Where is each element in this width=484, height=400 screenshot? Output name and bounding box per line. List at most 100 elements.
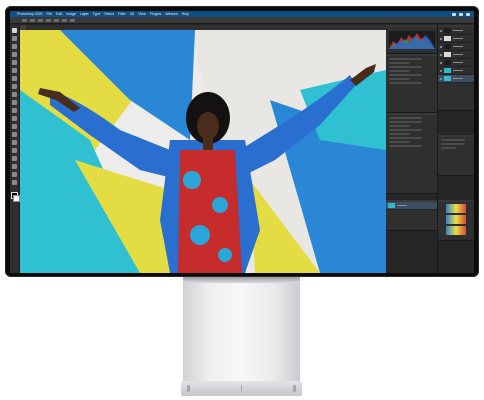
stand-slot [241, 385, 242, 392]
channel-row[interactable] [441, 147, 456, 149]
channel-row[interactable] [441, 139, 465, 141]
layer-thumbnail [444, 28, 452, 33]
tool-preset-button[interactable] [22, 18, 27, 22]
property-row[interactable] [389, 58, 423, 60]
gradient-tool-icon[interactable] [12, 116, 17, 121]
dress-pattern-3 [190, 225, 210, 245]
option-button-1[interactable] [30, 18, 35, 22]
pen-tool-icon[interactable] [12, 140, 17, 145]
property-row[interactable] [389, 82, 423, 84]
layer-row[interactable] [438, 59, 474, 67]
adjustment-row[interactable] [389, 125, 410, 127]
image-thumbnail[interactable] [446, 204, 467, 213]
eye-icon[interactable] [440, 45, 443, 48]
studio-display: Photoshop 2020 File Edit Image Layer Typ… [5, 6, 479, 277]
layer-row[interactable] [438, 43, 474, 51]
eraser-tool-icon[interactable] [12, 108, 17, 113]
wifi-icon[interactable] [452, 12, 456, 16]
histogram-title[interactable] [386, 25, 438, 27]
clone-stamp-tool-icon[interactable] [12, 92, 17, 97]
eyedropper-tool-icon[interactable] [12, 68, 17, 73]
color-swatches[interactable] [11, 192, 20, 202]
history-brush-tool-icon[interactable] [12, 100, 17, 105]
history-state-label [397, 204, 407, 207]
adjustment-row[interactable] [389, 141, 410, 143]
monitor-stand-foot [181, 381, 302, 396]
layer-row[interactable] [438, 35, 474, 43]
thumbnails-title[interactable] [438, 200, 474, 202]
dodge-tool-icon[interactable] [12, 132, 17, 137]
shape-tool-icon[interactable] [12, 164, 17, 169]
channels-panel [438, 135, 474, 176]
layer-row[interactable] [438, 51, 474, 59]
panel-column-2 [438, 25, 474, 273]
option-button-6[interactable] [70, 18, 75, 22]
move-tool-icon[interactable] [12, 28, 17, 33]
thumbnails-panel [438, 200, 474, 241]
property-row[interactable] [389, 62, 410, 64]
layer-row-selected[interactable] [438, 75, 474, 83]
layer-row[interactable] [438, 67, 474, 75]
eye-icon[interactable] [440, 53, 443, 56]
properties-panel [386, 54, 438, 113]
property-row[interactable] [389, 78, 410, 80]
eye-icon[interactable] [440, 69, 443, 72]
eye-icon[interactable] [440, 37, 443, 40]
adjustment-row[interactable] [389, 121, 423, 123]
history-panel [386, 200, 438, 231]
layer-row[interactable] [438, 27, 474, 35]
sequin-dress [178, 150, 242, 273]
adjustments-panel [386, 113, 438, 194]
history-state[interactable] [386, 202, 438, 210]
option-button-3[interactable] [46, 18, 51, 22]
adjustment-row[interactable] [389, 145, 423, 147]
dress-pattern-4 [218, 248, 232, 262]
search-icon[interactable] [466, 12, 470, 16]
type-tool-icon[interactable] [12, 148, 17, 153]
face [197, 112, 219, 140]
layer-name [453, 37, 464, 40]
adjustments-title[interactable] [386, 113, 438, 115]
monitor-stand-neck [183, 277, 300, 381]
image-thumbnail[interactable] [446, 215, 467, 224]
lasso-tool-icon[interactable] [12, 44, 17, 49]
option-button-2[interactable] [38, 18, 43, 22]
eye-icon[interactable] [440, 29, 443, 32]
stand-slot [293, 385, 296, 392]
hand-tool-icon[interactable] [12, 172, 17, 177]
property-row[interactable] [389, 70, 410, 72]
histogram-panel [386, 25, 438, 54]
healing-brush-tool-icon[interactable] [12, 76, 17, 81]
adjustment-row[interactable] [389, 117, 423, 119]
option-button-5[interactable] [62, 18, 67, 22]
quick-select-tool-icon[interactable] [12, 52, 17, 57]
history-state-thumbnail [388, 203, 395, 208]
image-thumbnail[interactable] [446, 226, 467, 235]
adjustment-row[interactable] [389, 129, 423, 131]
channels-title[interactable] [438, 135, 474, 137]
option-button-4[interactable] [54, 18, 59, 22]
crop-tool-icon[interactable] [12, 60, 17, 65]
blur-tool-icon[interactable] [12, 124, 17, 129]
neck [203, 138, 213, 150]
background-color-swatch[interactable] [13, 195, 20, 202]
layer-thumbnail [444, 60, 452, 65]
layer-thumbnail [444, 44, 452, 49]
layer-name [453, 53, 464, 56]
layer-name [453, 61, 464, 64]
path-select-tool-icon[interactable] [12, 156, 17, 161]
eye-icon[interactable] [440, 77, 443, 80]
marquee-tool-icon[interactable] [12, 36, 17, 41]
brush-tool-icon[interactable] [12, 84, 17, 89]
property-row[interactable] [389, 74, 423, 76]
eye-icon[interactable] [440, 61, 443, 64]
battery-icon[interactable] [459, 12, 463, 16]
properties-title[interactable] [386, 54, 438, 56]
zoom-tool-icon[interactable] [12, 180, 17, 185]
document-canvas[interactable] [20, 30, 386, 273]
channel-row[interactable] [441, 143, 465, 145]
adjustment-row[interactable] [389, 133, 410, 135]
options-bar [10, 17, 474, 24]
property-row[interactable] [389, 66, 423, 68]
adjustment-row[interactable] [389, 137, 423, 139]
